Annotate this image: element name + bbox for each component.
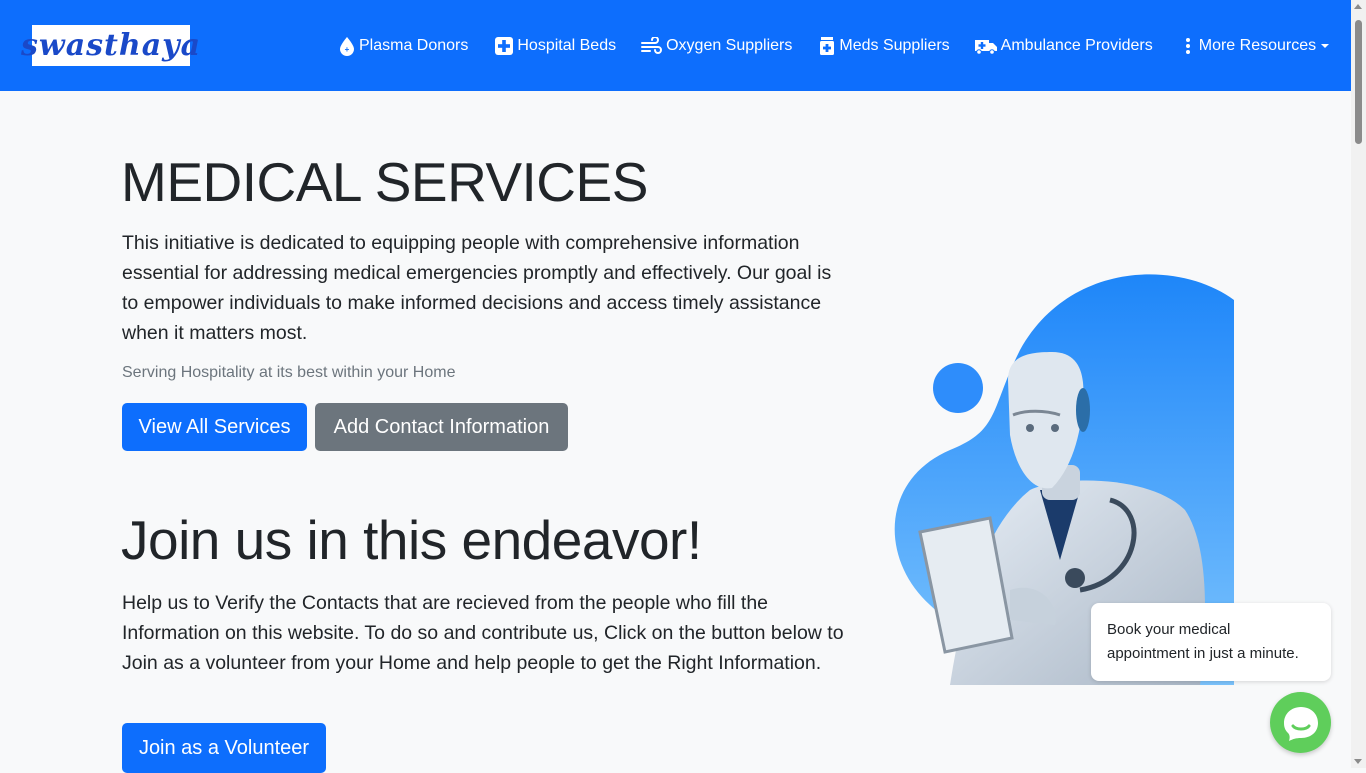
- nav-label-oxygen-suppliers: Oxygen Suppliers: [666, 36, 793, 54]
- nav-item-oxygen-suppliers[interactable]: Oxygen Suppliers: [641, 36, 793, 55]
- nav-label-more-resources: More Resources: [1198, 36, 1317, 54]
- nav-label-plasma-donors: Plasma Donors: [359, 36, 469, 54]
- nav-item-hospital-beds[interactable]: Hospital Beds: [494, 36, 616, 56]
- scroll-down-arrow-icon[interactable]: [1354, 759, 1362, 764]
- blood-drop-icon: +: [340, 36, 354, 56]
- join-title: Join us in this endeavor!: [121, 509, 702, 571]
- chat-bubble-icon: [1283, 706, 1318, 741]
- join-description: Help us to Verify the Contacts that are …: [122, 592, 844, 674]
- nav-item-more-resources[interactable]: More Resources: [1181, 36, 1330, 56]
- scroll-thumb[interactable]: [1355, 20, 1362, 144]
- chevron-down-icon: [1321, 43, 1330, 48]
- wind-icon: [641, 36, 663, 54]
- hospital-plus-icon: [495, 36, 514, 55]
- nav-label-hospital-beds: Hospital Beds: [517, 36, 617, 54]
- view-all-services-button[interactable]: View All Services: [122, 403, 307, 451]
- navbar: swasthaya + Plasma Donors Hospital Beds: [0, 0, 1351, 91]
- vertical-ellipsis-icon: [1185, 37, 1190, 54]
- nav-item-meds-suppliers[interactable]: Meds Suppliers: [818, 36, 950, 56]
- ambulance-icon: [974, 39, 997, 55]
- page-scrollbar[interactable]: [1351, 0, 1366, 768]
- scroll-up-arrow-icon[interactable]: [1354, 4, 1362, 9]
- brand-logo-text: swasthaya: [20, 27, 202, 63]
- hero-title: MEDICAL SERVICES: [121, 151, 648, 213]
- join-volunteer-button[interactable]: Join as a Volunteer: [122, 723, 326, 773]
- nav-label-meds-suppliers: Meds Suppliers: [839, 36, 950, 54]
- nav-item-ambulance-providers[interactable]: Ambulance Providers: [974, 37, 1153, 55]
- hero-tagline: Serving Hospitality at its best within y…: [122, 364, 456, 381]
- nav-links: + Plasma Donors Hospital Beds Oxygen Sup…: [338, 0, 1330, 91]
- add-contact-information-button[interactable]: Add Contact Information: [315, 403, 568, 451]
- nav-label-ambulance-providers: Ambulance Providers: [1000, 36, 1153, 54]
- medicine-bottle-icon: [820, 36, 835, 55]
- nav-item-plasma-donors[interactable]: + Plasma Donors: [338, 36, 468, 56]
- svg-text:+: +: [345, 45, 350, 54]
- chat-launcher-button[interactable]: [1270, 692, 1331, 753]
- hero-description: This initiative is dedicated to equippin…: [122, 232, 832, 344]
- brand-logo[interactable]: swasthaya: [21, 25, 200, 66]
- chat-prompt-bubble[interactable]: Book your medical appointment in just a …: [1091, 603, 1331, 681]
